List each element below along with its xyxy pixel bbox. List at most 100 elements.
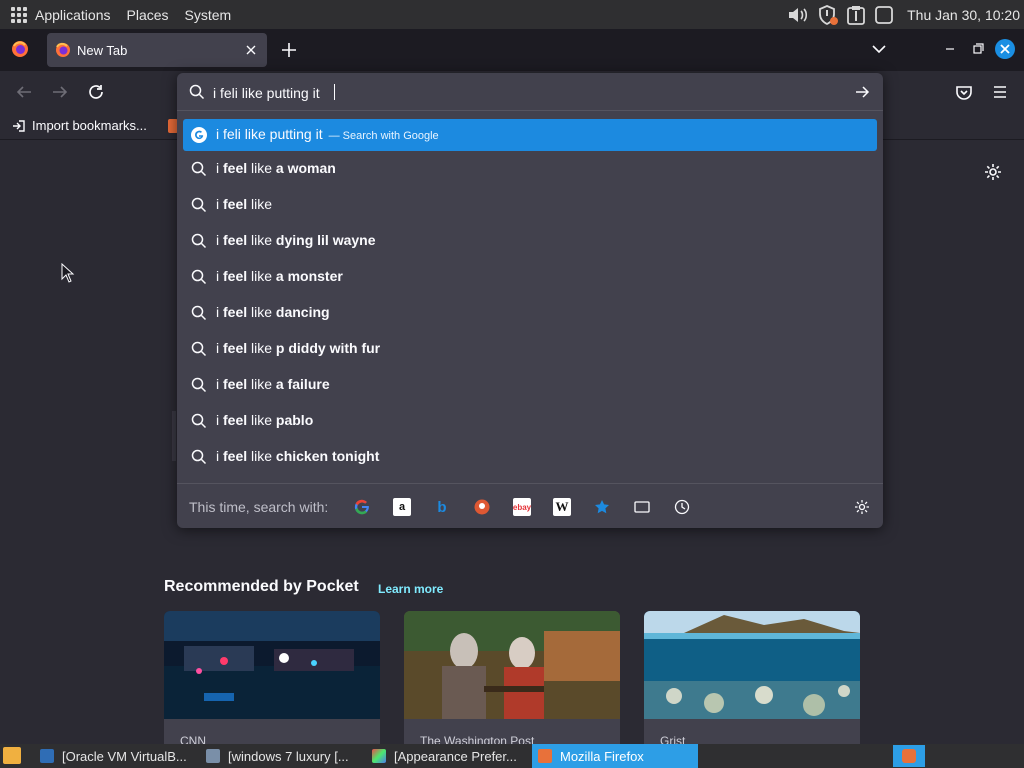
pocket-card-cnn[interactable]: CNN bbox=[164, 611, 380, 751]
firefox-view-icon[interactable] bbox=[11, 40, 29, 58]
address-search-input[interactable] bbox=[213, 83, 813, 103]
search-box-edge bbox=[172, 411, 176, 461]
maximize-window-icon[interactable] bbox=[971, 42, 985, 56]
taskbar-item-virtualbox[interactable]: [Oracle VM VirtualB... bbox=[34, 744, 198, 768]
import-icon bbox=[13, 119, 25, 132]
pocket-card-grist[interactable]: Grist bbox=[644, 611, 860, 751]
volume-icon[interactable] bbox=[787, 5, 811, 25]
shield-update-icon[interactable] bbox=[817, 4, 839, 26]
suggestion-search-with-google[interactable]: i feli like putting it — Search with Goog… bbox=[183, 119, 877, 151]
suggestion-item[interactable]: i feel like bbox=[183, 187, 877, 223]
menu-system[interactable]: System bbox=[185, 7, 232, 23]
minimize-window-icon[interactable] bbox=[943, 42, 957, 56]
forward-arrow-icon[interactable] bbox=[51, 83, 69, 101]
system-tray: Thu Jan 30, 10:20 bbox=[787, 0, 1024, 29]
suggestion-item[interactable]: i feel like a failure bbox=[183, 367, 877, 403]
wikipedia-engine-icon[interactable]: W bbox=[553, 498, 571, 516]
urlbar-input-row bbox=[177, 73, 883, 111]
google-icon bbox=[191, 127, 207, 143]
close-window-icon[interactable] bbox=[995, 39, 1015, 59]
search-icon bbox=[191, 413, 207, 429]
window-app-icon bbox=[206, 749, 220, 763]
applications-grid-icon[interactable] bbox=[11, 6, 27, 23]
search-icon bbox=[191, 233, 207, 249]
new-tab-plus-icon[interactable] bbox=[280, 41, 298, 59]
hamburger-menu-icon[interactable] bbox=[991, 83, 1009, 101]
history-clock-icon[interactable] bbox=[673, 498, 691, 516]
suggestion-text: i feel like dancing bbox=[216, 304, 330, 320]
menu-places[interactable]: Places bbox=[127, 7, 169, 23]
go-arrow-icon[interactable] bbox=[854, 84, 870, 100]
ebay-engine-icon[interactable]: ebay bbox=[513, 498, 531, 516]
save-to-pocket-icon[interactable] bbox=[955, 83, 973, 101]
suggestion-text: i feel like dying lil wayne bbox=[216, 232, 376, 248]
suggestion-text: i feel like a monster bbox=[216, 268, 343, 284]
bing-engine-icon[interactable]: b bbox=[433, 498, 451, 516]
back-arrow-icon[interactable] bbox=[15, 83, 33, 101]
window-list-icon[interactable] bbox=[873, 4, 895, 26]
suggestion-list: i feli like putting it — Search with Goog… bbox=[183, 119, 877, 475]
appearance-icon bbox=[372, 749, 386, 763]
taskbar-item-windows7[interactable]: [windows 7 luxury [... bbox=[200, 744, 364, 768]
close-tab-icon[interactable] bbox=[243, 42, 259, 58]
suggestion-item[interactable]: i feel like chicken tonight bbox=[183, 439, 877, 475]
suggestion-text: i feli like putting it — Search with Goog… bbox=[216, 126, 439, 142]
personalize-gear-icon[interactable] bbox=[983, 162, 1003, 182]
suggestion-item[interactable]: i feel like pablo bbox=[183, 403, 877, 439]
taskbar-item-label: [Appearance Prefer... bbox=[394, 748, 517, 764]
google-engine-icon[interactable] bbox=[353, 498, 371, 516]
firefox-mini-icon bbox=[902, 749, 916, 763]
one-off-label: This time, search with: bbox=[189, 499, 329, 515]
search-icon bbox=[189, 84, 205, 100]
mouse-pointer-icon bbox=[61, 263, 75, 283]
suggestion-text: i feel like a woman bbox=[216, 160, 336, 176]
taskbar-item-label: [windows 7 luxury [... bbox=[228, 748, 349, 764]
tab-strip: New Tab bbox=[0, 29, 1024, 71]
reload-icon[interactable] bbox=[87, 83, 105, 101]
suggestion-item[interactable]: i feel like dancing bbox=[183, 295, 877, 331]
import-bookmarks-button[interactable]: Import bookmarks... bbox=[12, 118, 147, 133]
suggestion-text: i feel like pablo bbox=[216, 412, 314, 428]
search-icon bbox=[191, 161, 207, 177]
suggestion-item[interactable]: i feel like dying lil wayne bbox=[183, 223, 877, 259]
taskbar-item-label: [Oracle VM VirtualB... bbox=[62, 748, 187, 764]
tab-new-tab[interactable]: New Tab bbox=[47, 33, 267, 67]
search-icon bbox=[191, 269, 207, 285]
pocket-learn-more-link[interactable]: Learn more bbox=[378, 582, 443, 596]
suggestion-item[interactable]: i feel like p diddy with fur bbox=[183, 331, 877, 367]
firefox-task-icon bbox=[538, 749, 552, 763]
search-icon bbox=[191, 305, 207, 321]
show-desktop-folder-icon[interactable] bbox=[3, 747, 21, 764]
clipboard-icon[interactable] bbox=[845, 4, 867, 26]
pocket-card-washington-post[interactable]: The Washington Post bbox=[404, 611, 620, 751]
taskbar-item-firefox[interactable]: Mozilla Firefox bbox=[532, 744, 698, 768]
suggestion-text: i feel like chicken tonight bbox=[216, 448, 380, 464]
menu-applications[interactable]: Applications bbox=[35, 7, 111, 23]
virtualbox-icon bbox=[40, 749, 54, 763]
card-image-two-women bbox=[404, 611, 620, 719]
search-icon bbox=[191, 197, 207, 213]
suggestion-item[interactable]: i feel like a woman bbox=[183, 151, 877, 187]
suggestion-text: i feel like bbox=[216, 196, 273, 212]
search-icon bbox=[191, 341, 207, 357]
amazon-engine-icon[interactable]: a bbox=[393, 498, 411, 516]
urlbar-popup: i feli like putting it— Search with Goog… bbox=[177, 73, 883, 528]
import-bookmarks-label: Import bookmarks... bbox=[32, 118, 147, 133]
taskbar-item-appearance[interactable]: [Appearance Prefer... bbox=[366, 744, 530, 768]
search-settings-gear-icon[interactable] bbox=[854, 499, 870, 515]
list-all-tabs-chevron-icon[interactable] bbox=[871, 41, 887, 57]
system-top-panel: Applications Places System Thu Jan 30, 1… bbox=[0, 0, 1024, 29]
tab-title: New Tab bbox=[77, 42, 128, 58]
duckduckgo-engine-icon[interactable] bbox=[473, 498, 491, 516]
taskbar-item-label: Mozilla Firefox bbox=[560, 748, 644, 764]
search-icon bbox=[191, 449, 207, 465]
tabs-icon[interactable] bbox=[633, 498, 651, 516]
bottom-taskbar: [Oracle VM VirtualB... [windows 7 luxury… bbox=[0, 744, 1024, 768]
bookmarks-star-icon[interactable] bbox=[593, 498, 611, 516]
clock[interactable]: Thu Jan 30, 10:20 bbox=[907, 7, 1020, 23]
pocket-section-title: Recommended by Pocket bbox=[164, 578, 359, 595]
firefox-tab-icon bbox=[56, 42, 70, 57]
text-caret bbox=[334, 84, 335, 100]
suggestion-item[interactable]: i feel like a monster bbox=[183, 259, 877, 295]
workspace-switcher[interactable] bbox=[893, 745, 925, 767]
